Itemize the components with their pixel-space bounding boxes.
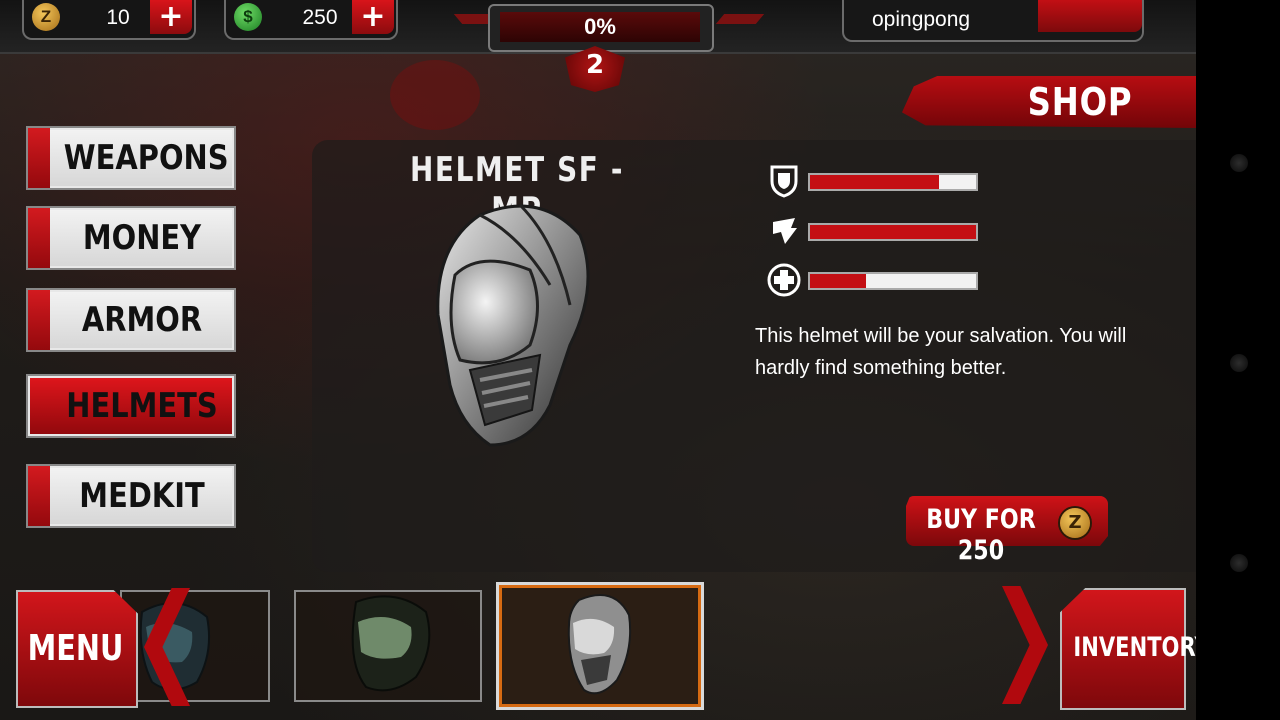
helmet-slot[interactable] bbox=[120, 590, 270, 702]
level-number: 2 bbox=[585, 50, 605, 80]
category-label: WEAPONS bbox=[63, 138, 229, 178]
shop-title: SHOP bbox=[1027, 80, 1133, 124]
z-coin-icon: Z bbox=[32, 3, 60, 31]
user-profile-tab[interactable] bbox=[1038, 0, 1142, 32]
username: opingpong bbox=[872, 8, 971, 31]
category-helmets-button[interactable]: HELMETS bbox=[26, 374, 236, 438]
helmet-slot-selected[interactable] bbox=[496, 582, 704, 710]
category-armor-button[interactable]: ARMOR bbox=[26, 288, 236, 352]
add-z-coins-button[interactable]: + bbox=[150, 0, 192, 34]
helmet-sf-mp-image bbox=[436, 203, 590, 447]
dollar-coin-icon: $ bbox=[234, 3, 262, 31]
user-profile-box[interactable]: opingpong bbox=[842, 0, 1144, 42]
category-label: ARMOR bbox=[81, 300, 203, 340]
z-coin-icon: Z bbox=[1060, 508, 1090, 538]
helmet-slot[interactable] bbox=[294, 590, 482, 702]
category-weapons-button[interactable]: WEAPONS bbox=[26, 126, 236, 190]
health-stat-fill bbox=[810, 274, 867, 288]
category-stripe bbox=[28, 466, 50, 526]
shield-stat-bar bbox=[808, 173, 978, 191]
helmet-thumbnail bbox=[139, 602, 210, 691]
health-cross-icon bbox=[767, 263, 801, 297]
cash-currency-box: $ 250 + bbox=[224, 0, 398, 40]
menu-button-label[interactable]: MENU bbox=[28, 628, 124, 669]
add-cash-button[interactable]: + bbox=[352, 0, 394, 34]
helmet-thumbnail bbox=[351, 595, 431, 692]
xp-percent-text: 0% bbox=[584, 14, 616, 39]
buy-button-label[interactable]: BUY FOR 250 bbox=[920, 504, 1043, 566]
category-label: MONEY bbox=[82, 218, 202, 258]
nav-back-icon[interactable] bbox=[1230, 154, 1248, 172]
category-money-button[interactable]: MONEY bbox=[26, 206, 236, 270]
shield-icon bbox=[767, 164, 801, 198]
category-stripe bbox=[28, 290, 50, 350]
category-label: MEDKIT bbox=[79, 476, 205, 516]
z-currency-box: Z 10 + bbox=[22, 0, 196, 40]
category-stripe bbox=[28, 128, 50, 188]
category-medkit-button[interactable]: MEDKIT bbox=[26, 464, 236, 528]
claw-icon bbox=[767, 214, 801, 248]
game-screen: Z 10 + $ 250 + 0% 2 opingpong SHOP WEAPO… bbox=[0, 0, 1196, 720]
nav-home-icon[interactable] bbox=[1230, 354, 1248, 372]
category-stripe bbox=[28, 208, 50, 268]
xp-progress-frame: 0% bbox=[488, 4, 714, 52]
nav-recent-icon[interactable] bbox=[1230, 554, 1248, 572]
xp-wing-right bbox=[715, 14, 765, 24]
chevron-right-icon[interactable] bbox=[1002, 586, 1048, 704]
blood-splatter bbox=[390, 60, 480, 130]
inventory-button-label[interactable]: INVENTORY bbox=[1073, 632, 1196, 663]
damage-stat-bar bbox=[808, 223, 978, 241]
health-stat-bar bbox=[808, 272, 978, 290]
item-description: This helmet will be your salvation. You … bbox=[755, 325, 1127, 379]
damage-stat-fill bbox=[810, 225, 976, 239]
helmet-thumbnail bbox=[567, 594, 632, 695]
category-label: HELMETS bbox=[66, 386, 218, 426]
shield-stat-fill bbox=[810, 175, 940, 189]
xp-progress-bar: 0% bbox=[500, 12, 700, 42]
